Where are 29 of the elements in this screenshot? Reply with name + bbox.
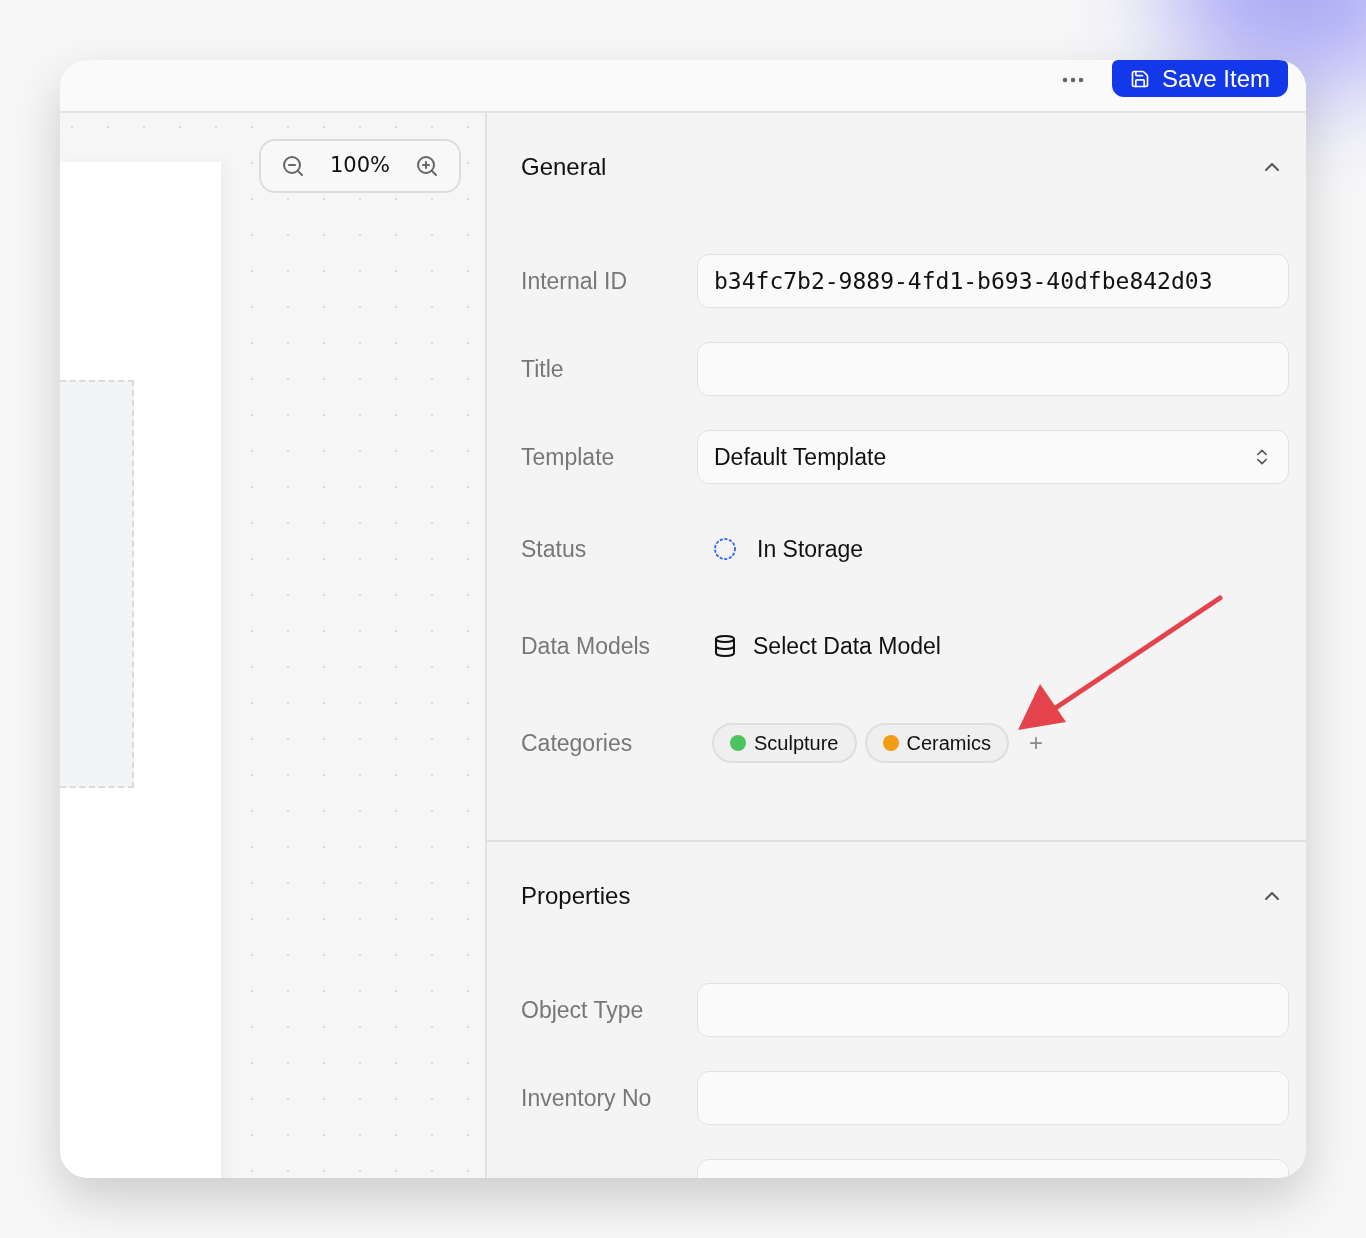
save-icon [1129,68,1150,89]
field-label: Categories [521,728,634,758]
save-button[interactable]: Save Item [1111,60,1288,97]
status-button[interactable]: In Storage [697,531,864,567]
field-label: Object Type [521,995,645,1025]
section-title: General [521,152,607,182]
field-label: Inventory No [521,1083,653,1113]
field-label: Status [521,534,588,564]
field-label: Title [521,354,565,384]
zoom-level: 100% [329,152,390,180]
input-field[interactable] [697,983,1289,1037]
zoom-out-icon [281,154,305,178]
zoom-in-button[interactable] [415,154,439,178]
input-field[interactable]: b34fc7b2-9889-4fd1-b693-40dfbe842d03 [697,254,1289,308]
dotted-circle-icon [713,537,737,561]
section-title: Properties [521,881,631,911]
zoom-in-icon [415,154,439,178]
template-select[interactable]: Default Template [697,430,1289,484]
field-label: Internal ID [521,266,629,296]
category-tag[interactable]: Sculpture [712,723,857,763]
category-tag[interactable]: Ceramics [864,723,1009,763]
database-icon [713,634,737,658]
field-label: Template [521,442,616,472]
more-icon [1061,77,1084,83]
data-model-button[interactable]: Select Data Model [697,628,941,664]
input-field[interactable] [697,1071,1289,1125]
zoom-out-button[interactable] [281,154,305,178]
input-field[interactable] [697,342,1289,396]
field-label: Data Models [521,631,652,661]
